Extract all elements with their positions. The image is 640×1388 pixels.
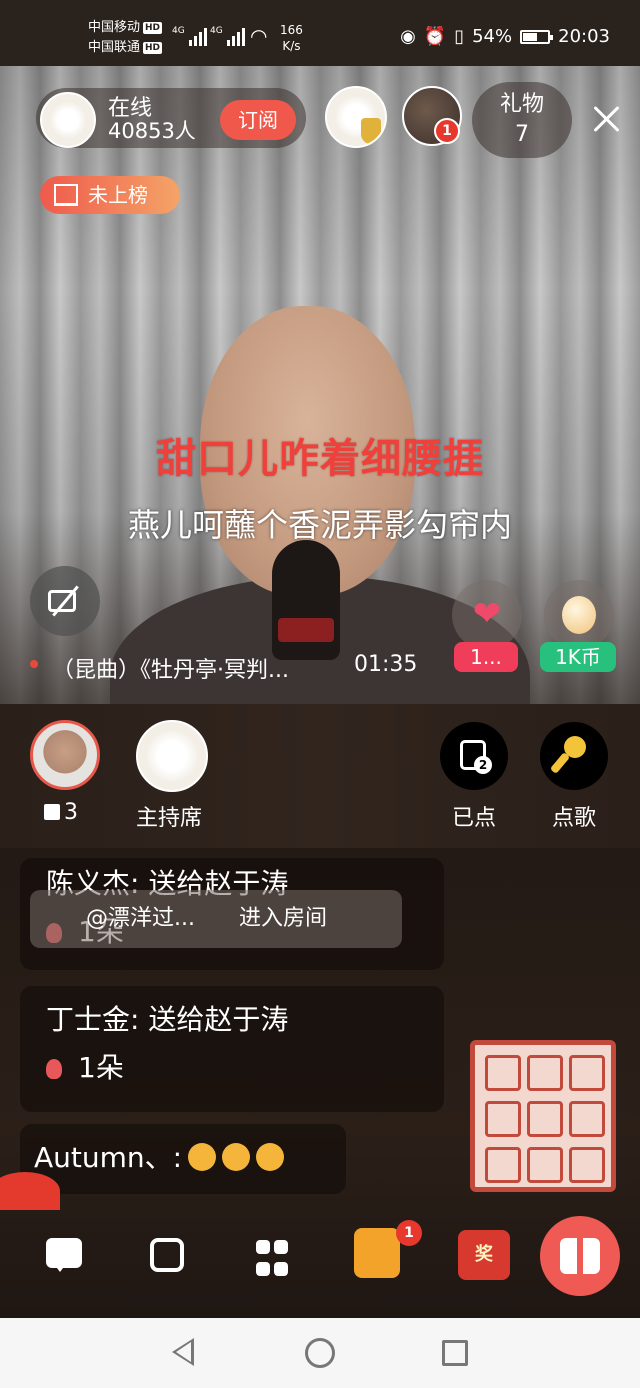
network-speed: 166 K/s: [280, 23, 303, 53]
lyric-next: 燕儿呵蘸个香泥弄影勾帘内: [127, 506, 512, 544]
vibrate-icon: ▯: [454, 26, 465, 47]
battery-percent: 54%: [472, 26, 513, 47]
task-icon[interactable]: [354, 1228, 400, 1278]
lottery-icon[interactable]: 奖: [458, 1230, 510, 1280]
home-icon[interactable]: [305, 1338, 335, 1368]
hd-badge: HD: [143, 21, 163, 34]
host-seat-label: 主持席: [136, 806, 203, 831]
carrier-2: 中国联通: [88, 40, 141, 55]
chat-message: Autumn、:: [20, 1124, 346, 1194]
gift-count-button[interactable]: 礼物 7: [472, 82, 572, 158]
wifi-icon: ◠: [250, 24, 268, 48]
singer-seat-avatar[interactable]: [30, 720, 100, 790]
battery-icon: [520, 29, 554, 44]
egg-icon: [562, 596, 596, 634]
top-fan-avatar[interactable]: [325, 86, 387, 148]
song-time: 01:35: [354, 652, 418, 677]
emoji-icon: [188, 1143, 217, 1171]
signal-icon: 4G: [210, 26, 245, 46]
ordered-badge: 2: [474, 756, 492, 774]
floating-red-button[interactable]: [0, 1172, 60, 1210]
close-icon[interactable]: [590, 102, 624, 136]
signal-icon: 4G: [172, 26, 207, 46]
share-icon[interactable]: [150, 1238, 184, 1272]
ordered-label: 已点: [451, 806, 496, 831]
seal-stamp: [470, 1040, 616, 1192]
more-apps-icon[interactable]: [256, 1240, 296, 1280]
coin-gift-button[interactable]: [544, 580, 614, 650]
hd-badge: HD: [143, 41, 163, 54]
online-count: 在线 40853人: [108, 96, 196, 143]
ordered-songs-button[interactable]: 2: [440, 722, 508, 790]
heart-icon: ❤: [472, 594, 502, 634]
heart-button[interactable]: ❤: [452, 580, 522, 650]
like-count: 1...: [454, 642, 518, 672]
lyric-current: 甜口儿咋着细腰捱: [156, 436, 484, 482]
rank-chart-icon: [54, 184, 78, 206]
alarm-icon: ⏰: [423, 26, 447, 47]
task-badge: 1: [396, 1220, 422, 1246]
gift-button[interactable]: [540, 1216, 620, 1296]
microphone: [272, 540, 340, 660]
tulip-icon: [46, 1059, 62, 1079]
emoji-icon: [222, 1143, 251, 1171]
coin-count: 1K币: [540, 642, 616, 672]
camera-off-button[interactable]: [30, 566, 100, 636]
fan-rank-badge: 1: [434, 118, 460, 144]
microphone-band: [278, 618, 334, 642]
chat-message: 丁士金: 送给赵于涛 1朵: [20, 986, 444, 1112]
eye-icon: ◉: [400, 26, 416, 47]
subscribe-button[interactable]: 订阅: [220, 100, 296, 140]
back-icon[interactable]: [172, 1338, 194, 1366]
host-seat-avatar[interactable]: [136, 720, 208, 792]
order-song-label: 点歌: [551, 806, 596, 831]
clock: 20:03: [558, 26, 610, 47]
seat-gift-count: 3: [44, 800, 78, 825]
song-title[interactable]: （昆曲）《牡丹亭·冥判...: [52, 652, 289, 684]
playing-dot: [30, 660, 38, 668]
carrier-info: 中国移动 HD 中国联通 HD: [88, 18, 163, 58]
recent-apps-icon[interactable]: [442, 1340, 468, 1366]
comment-icon[interactable]: [46, 1238, 82, 1272]
enter-room-notice: @漂洋过... 进入房间: [30, 890, 402, 948]
order-song-button[interactable]: [540, 722, 608, 790]
crown-icon: [361, 118, 381, 144]
carrier-1: 中国移动: [88, 20, 141, 35]
gift-icon: [44, 804, 60, 820]
status-bar: 中国移动 HD 中国联通 HD 4G 4G ◠ 166 K/s ◉ ⏰ ▯ 54% 2…: [0, 0, 640, 66]
host-avatar[interactable]: [40, 92, 96, 148]
emoji-icon: [256, 1143, 285, 1171]
